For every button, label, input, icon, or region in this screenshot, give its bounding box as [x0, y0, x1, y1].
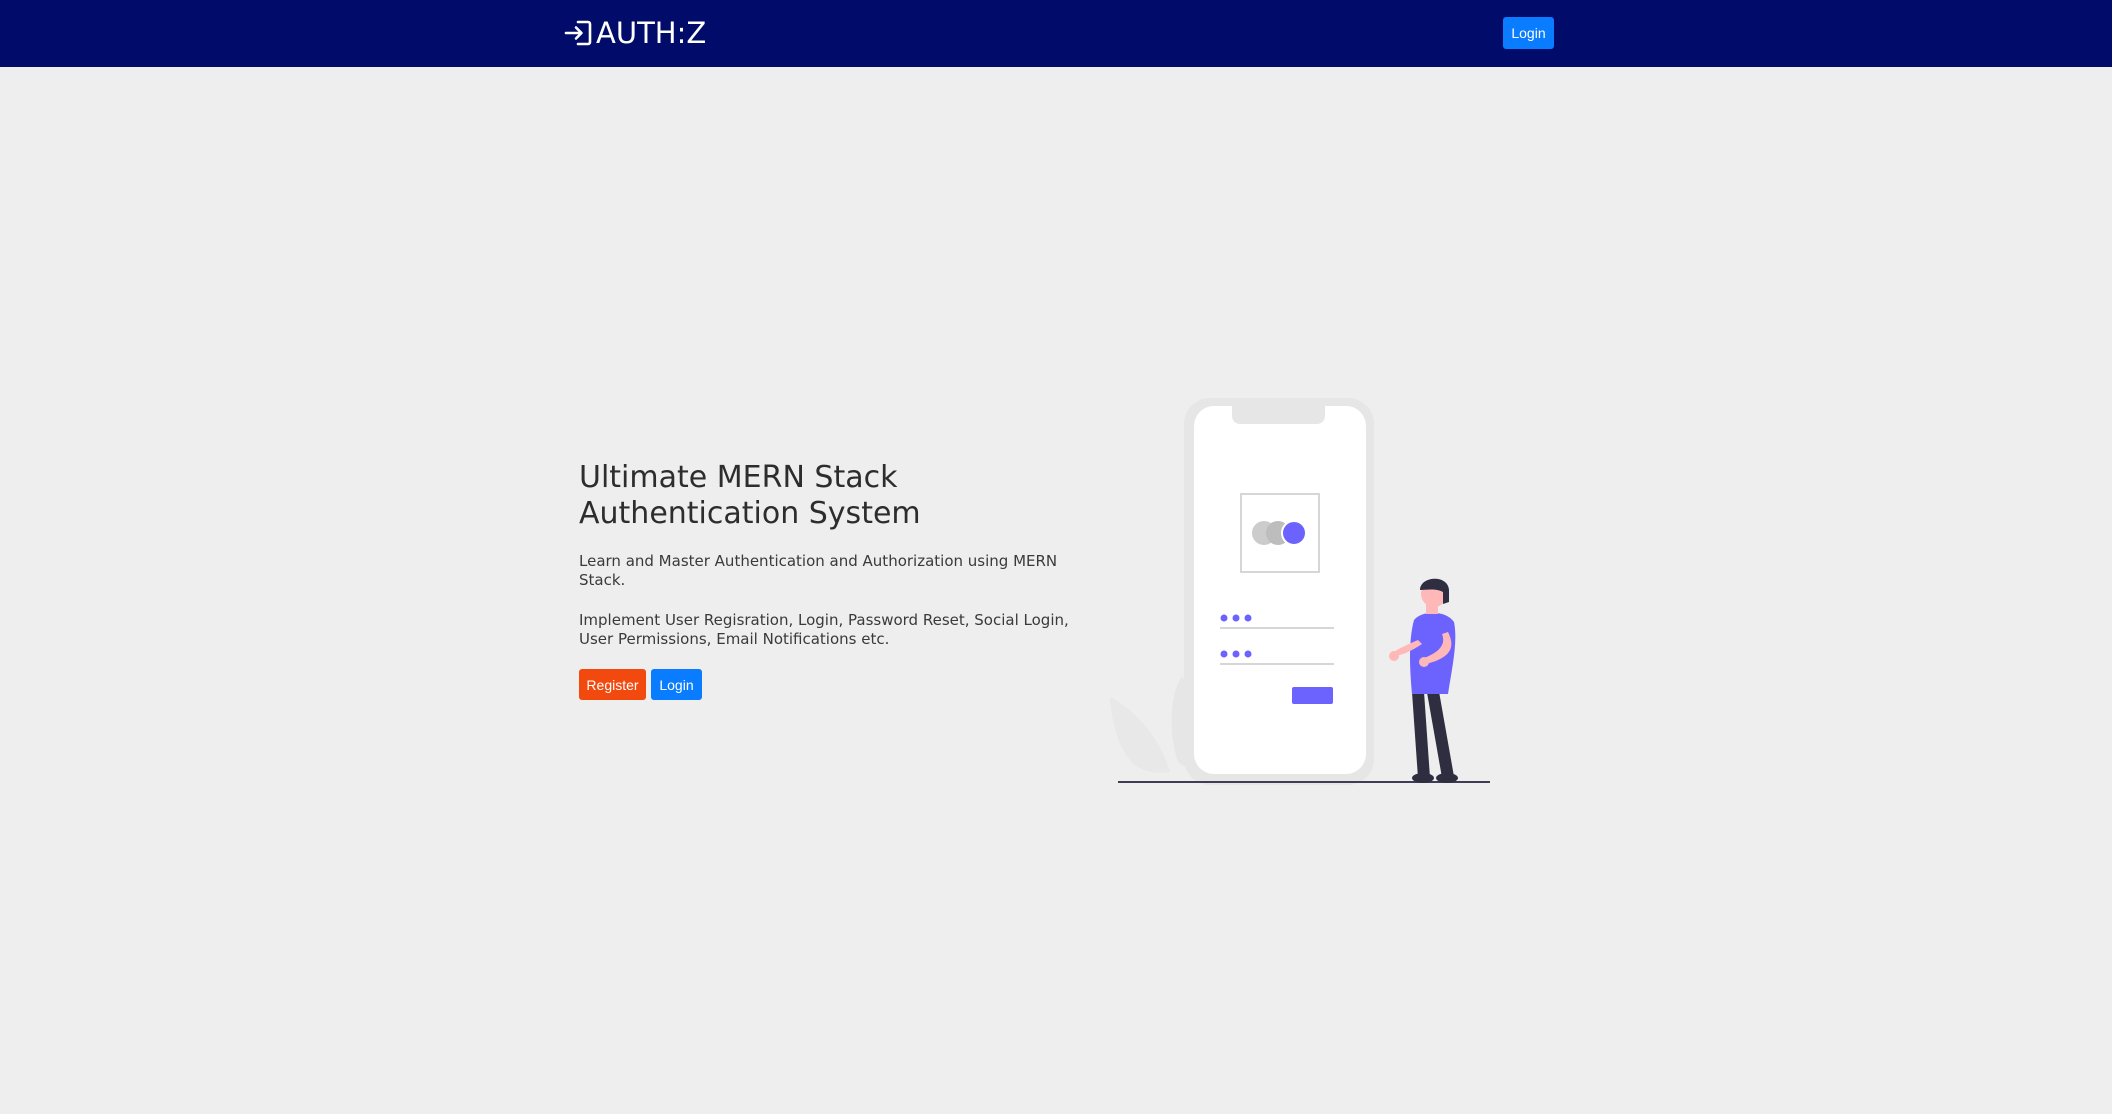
brand-name: AUTH:Z	[596, 16, 707, 50]
person-torso	[1410, 612, 1456, 694]
input-line	[1220, 627, 1334, 629]
hero-paragraph-1: Learn and Master Authentication and Auth…	[579, 552, 1058, 589]
phone-notch	[1232, 406, 1325, 424]
dot	[1232, 650, 1240, 658]
hero-paragraph-2: Implement User Regisration, Login, Passw…	[579, 611, 1069, 648]
sign-in-icon	[564, 20, 592, 46]
hero-title: Ultimate MERN Stack Authentication Syste…	[579, 460, 921, 531]
input-line	[1220, 663, 1334, 665]
person-shoe-left	[1412, 773, 1434, 783]
dot	[1232, 614, 1240, 622]
leaf-shape-2	[1110, 697, 1170, 773]
dot	[1244, 650, 1252, 658]
dot	[1220, 614, 1228, 622]
person-hand-left	[1389, 651, 1399, 661]
person-hand-right	[1419, 657, 1429, 667]
phone-screen	[1194, 406, 1366, 774]
circle-accent	[1281, 520, 1307, 546]
hero-text: Ultimate MERN Stack Authentication Syste…	[579, 460, 1069, 700]
person-leg-left	[1412, 691, 1430, 778]
submit-shape	[1292, 687, 1333, 704]
ground-line	[1118, 781, 1490, 783]
brand-link[interactable]: AUTH:Z	[564, 14, 706, 52]
person-leg-right	[1427, 690, 1454, 777]
hero-buttons: Register Login	[579, 669, 1069, 700]
register-button[interactable]: Register	[579, 669, 646, 700]
dot	[1244, 614, 1252, 622]
dot	[1220, 650, 1228, 658]
nav-login-button[interactable]: Login	[1503, 17, 1554, 49]
navbar: AUTH:Z Login	[0, 0, 2112, 67]
person-shoe-right	[1436, 773, 1458, 783]
phone-login-illustration	[1110, 398, 1490, 785]
login-button[interactable]: Login	[651, 669, 702, 700]
